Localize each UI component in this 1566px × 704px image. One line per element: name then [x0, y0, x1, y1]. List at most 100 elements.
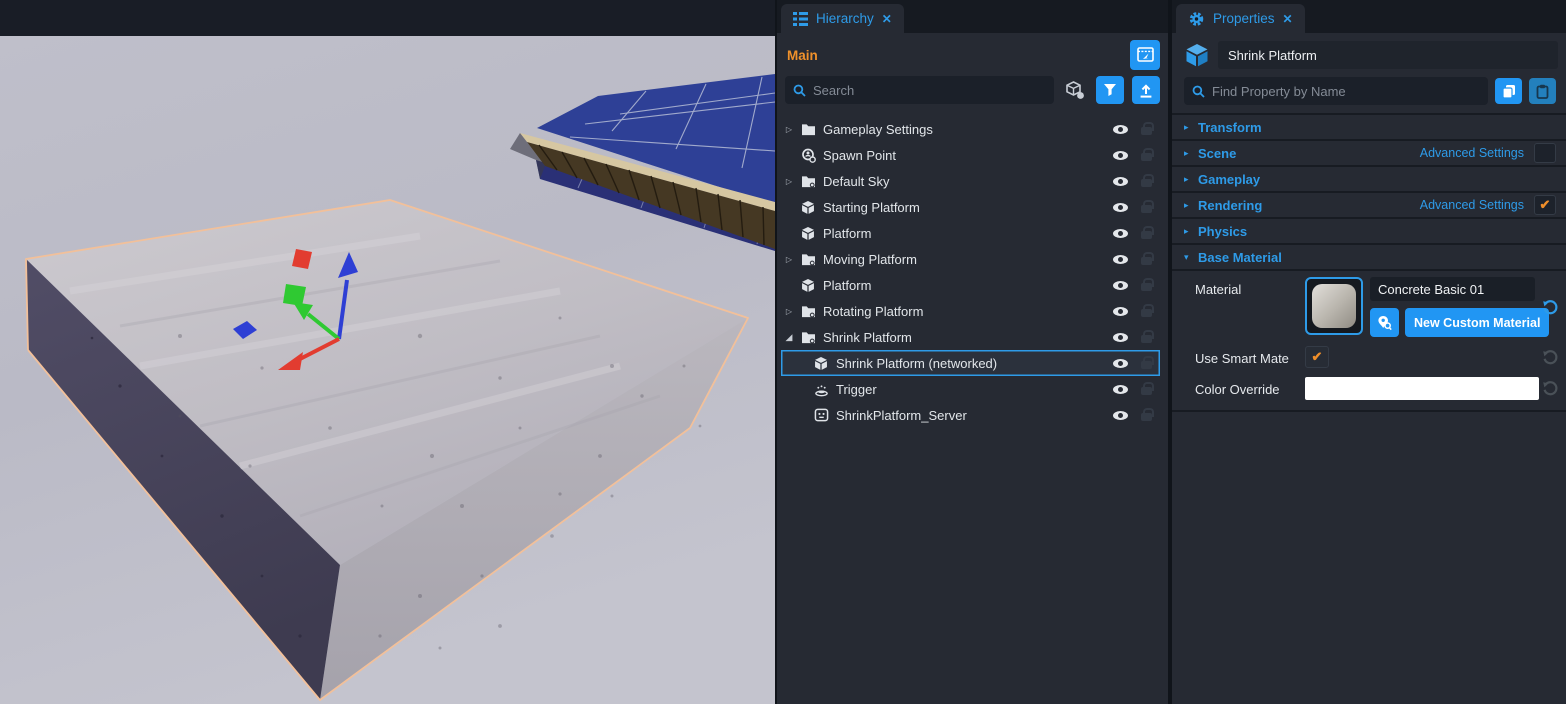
- viewport-tab-bar: [0, 0, 775, 36]
- collapse-arrow-icon[interactable]: ◢: [781, 332, 797, 343]
- funnel-icon: [1103, 83, 1117, 97]
- lock-icon[interactable]: [1140, 382, 1154, 396]
- reset-material-icon[interactable]: [1542, 299, 1559, 316]
- eye-icon[interactable]: [1113, 177, 1128, 186]
- use-smart-mate-checkbox[interactable]: ✔: [1305, 346, 1329, 368]
- editor-window: Hierarchy ✕ Main: [0, 0, 1566, 704]
- hierarchy-search-input[interactable]: [813, 83, 1046, 98]
- section-physics[interactable]: ▸ Physics: [1172, 217, 1566, 243]
- section-rendering[interactable]: ▸ Rendering Advanced Settings ✔: [1172, 191, 1566, 217]
- eye-icon[interactable]: [1113, 359, 1128, 368]
- tree-row-selected[interactable]: Shrink Platform (networked): [781, 350, 1160, 376]
- section-transform[interactable]: ▸ Transform: [1172, 113, 1566, 139]
- lock-icon[interactable]: [1140, 226, 1154, 240]
- use-smart-mate-label: Use Smart Mate: [1195, 346, 1305, 366]
- expand-arrow-icon[interactable]: ▷: [781, 177, 797, 186]
- eye-icon[interactable]: [1113, 203, 1128, 212]
- tree-row[interactable]: ▷ Moving Platform: [781, 246, 1160, 272]
- filter-button[interactable]: [1096, 76, 1124, 104]
- window-play-icon: [1137, 47, 1154, 63]
- cube-icon: [797, 278, 819, 293]
- property-search[interactable]: [1184, 77, 1488, 105]
- gear-icon: [1188, 11, 1205, 27]
- new-custom-material-button[interactable]: New Custom Material: [1405, 308, 1549, 337]
- lock-icon[interactable]: [1140, 356, 1154, 370]
- eye-icon[interactable]: [1113, 333, 1128, 342]
- tree-row[interactable]: ShrinkPlatform_Server: [781, 402, 1160, 428]
- material-label: Material: [1195, 277, 1305, 297]
- lock-icon[interactable]: [1140, 278, 1154, 292]
- eye-icon[interactable]: [1113, 385, 1128, 394]
- tab-hierarchy[interactable]: Hierarchy ✕: [781, 4, 904, 33]
- color-override-swatch[interactable]: [1305, 377, 1539, 400]
- tree-row[interactable]: Starting Platform: [781, 194, 1160, 220]
- locate-material-button[interactable]: [1370, 308, 1399, 337]
- lock-icon[interactable]: [1140, 252, 1154, 266]
- properties-tab-bar: Properties ✕: [1172, 0, 1566, 33]
- tree-list-icon: [793, 12, 808, 26]
- expand-arrow-icon[interactable]: ▷: [781, 255, 797, 264]
- advanced-settings-checkbox-checked[interactable]: ✔: [1534, 195, 1556, 215]
- eye-icon[interactable]: [1113, 229, 1128, 238]
- reset-color-override-icon[interactable]: [1542, 380, 1559, 397]
- tree-row[interactable]: ◢ Shrink Platform: [781, 324, 1160, 350]
- section-base-material[interactable]: ▾ Base Material: [1172, 243, 1566, 269]
- expand-arrow-icon[interactable]: ▷: [781, 125, 797, 134]
- tab-properties[interactable]: Properties ✕: [1176, 4, 1305, 33]
- close-icon[interactable]: ✕: [1283, 12, 1293, 26]
- export-button[interactable]: [1132, 76, 1160, 104]
- tree-row[interactable]: ▷ Default Sky: [781, 168, 1160, 194]
- eye-icon[interactable]: [1113, 281, 1128, 290]
- lock-icon[interactable]: [1140, 122, 1154, 136]
- color-override-label: Color Override: [1195, 377, 1305, 397]
- entity-name-input[interactable]: [1218, 41, 1558, 69]
- tree-item-label: Rotating Platform: [819, 304, 1113, 319]
- tree-item-label: Gameplay Settings: [819, 122, 1113, 137]
- section-arrow-icon: ▸: [1184, 122, 1198, 133]
- tree-row[interactable]: Spawn Point: [781, 142, 1160, 168]
- advanced-settings-checkbox[interactable]: [1534, 143, 1556, 163]
- tree-row[interactable]: Platform: [781, 220, 1160, 246]
- reset-smart-mate-icon[interactable]: [1542, 349, 1559, 366]
- copy-properties-button[interactable]: [1495, 78, 1522, 104]
- paste-properties-button[interactable]: [1529, 78, 1556, 104]
- asset-display-toggle[interactable]: [1062, 81, 1088, 100]
- lock-icon[interactable]: [1140, 408, 1154, 422]
- hierarchy-search[interactable]: [785, 76, 1054, 104]
- tree-item-label: ShrinkPlatform_Server: [832, 408, 1113, 423]
- material-name-field[interactable]: Concrete Basic 01: [1370, 277, 1535, 301]
- simulation-view-button[interactable]: [1130, 40, 1160, 70]
- section-scene[interactable]: ▸ Scene Advanced Settings: [1172, 139, 1566, 165]
- lock-icon[interactable]: [1140, 148, 1154, 162]
- tree-item-label: Spawn Point: [819, 148, 1113, 163]
- tree-row[interactable]: ▷ Gameplay Settings: [781, 116, 1160, 142]
- lock-icon[interactable]: [1140, 200, 1154, 214]
- eye-icon[interactable]: [1113, 255, 1128, 264]
- folder-icon: [797, 123, 819, 136]
- scene-canvas[interactable]: [0, 36, 775, 704]
- close-icon[interactable]: ✕: [882, 12, 892, 26]
- cube-with-dot-icon: [1065, 81, 1085, 100]
- tree-row[interactable]: Platform: [781, 272, 1160, 298]
- eye-icon[interactable]: [1113, 125, 1128, 134]
- search-icon: [1192, 85, 1205, 98]
- tree-row[interactable]: ▷ Rotating Platform: [781, 298, 1160, 324]
- property-search-input[interactable]: [1212, 84, 1480, 99]
- viewport-3d[interactable]: [0, 0, 775, 704]
- script-icon: [810, 408, 832, 422]
- lock-icon[interactable]: [1140, 330, 1154, 344]
- trigger-icon: [810, 382, 832, 397]
- eye-icon[interactable]: [1113, 411, 1128, 420]
- entity-cube-icon: [1184, 42, 1210, 68]
- section-gameplay[interactable]: ▸ Gameplay: [1172, 165, 1566, 191]
- lock-icon[interactable]: [1140, 304, 1154, 318]
- tree-item-label: Starting Platform: [819, 200, 1113, 215]
- expand-arrow-icon[interactable]: ▷: [781, 307, 797, 316]
- lock-icon[interactable]: [1140, 174, 1154, 188]
- pin-magnifier-icon: [1377, 315, 1392, 331]
- tree-row[interactable]: Trigger: [781, 376, 1160, 402]
- eye-icon[interactable]: [1113, 307, 1128, 316]
- eye-icon[interactable]: [1113, 151, 1128, 160]
- material-thumbnail[interactable]: [1305, 277, 1363, 335]
- folder-asset-icon: [797, 305, 819, 318]
